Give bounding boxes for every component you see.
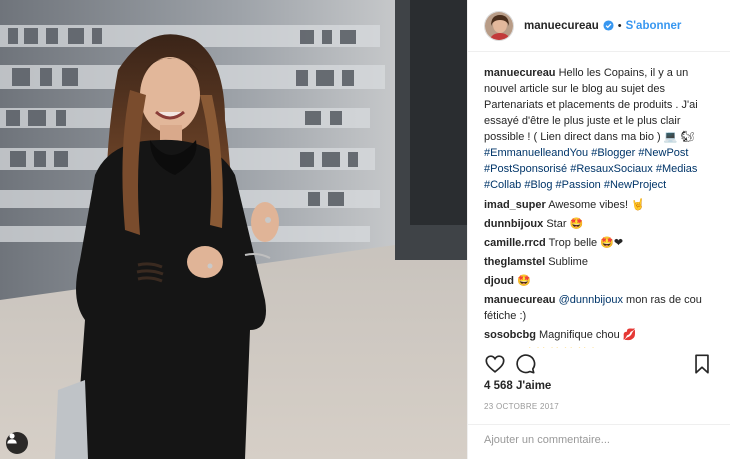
heart-icon	[485, 355, 505, 373]
photo-illustration	[0, 0, 467, 459]
list-item: camille.rrcd Trop belle 🤩❤	[484, 235, 718, 251]
verified-badge-icon	[603, 20, 614, 31]
follow-button[interactable]: S'abonner	[626, 20, 682, 32]
comment-username[interactable]: camille.rrcd	[484, 237, 546, 249]
comment-text: Sublime	[548, 256, 588, 268]
comment-text: Awesome vibes! 🤘	[548, 199, 645, 211]
list-item: theglamstel Sublime	[484, 254, 718, 270]
user-tag-button[interactable]	[6, 432, 28, 454]
header-username[interactable]: manuecureau	[524, 20, 599, 32]
comment-mention[interactable]: @dunnbijoux	[559, 294, 623, 306]
bookmark-icon	[695, 354, 709, 374]
list-item: djoud 🤩	[484, 273, 718, 289]
comment-text: Trop belle 🤩❤	[548, 237, 624, 249]
list-item: imad_super Awesome vibes! 🤘	[484, 197, 718, 213]
likes-count[interactable]: 4 568 J'aime	[484, 380, 551, 392]
comment-text: Star 🤩	[546, 218, 584, 230]
comment-text: Magnifique chou 💋	[539, 329, 637, 341]
comment-username[interactable]: imad_super	[484, 199, 546, 211]
list-item: sosobcbg Magnifique chou 💋	[484, 327, 718, 343]
caption-username[interactable]: manuecureau	[484, 67, 556, 79]
comment-input[interactable]	[484, 434, 714, 446]
comment-username[interactable]: dunnbijoux	[484, 218, 543, 230]
like-button[interactable]	[484, 353, 506, 375]
save-button[interactable]	[691, 353, 713, 375]
post-caption: manuecureau Hello les Copains, il y a un…	[484, 65, 718, 193]
comment-username[interactable]: djoud	[484, 275, 514, 287]
comment-username[interactable]: manuecureau	[484, 294, 556, 306]
comment-button[interactable]	[514, 353, 536, 375]
post-date[interactable]: 23 OCTOBRE 2017	[484, 402, 559, 411]
caption-hashtags[interactable]: #EmmanuelleandYou #Blogger #NewPost #Pos…	[484, 147, 697, 191]
avatar[interactable]	[484, 10, 514, 41]
post-actions	[484, 350, 716, 380]
add-comment-bar	[468, 424, 730, 459]
list-item: dunnbijoux Star 🤩	[484, 216, 718, 232]
comment-username[interactable]: sosobcbg	[484, 329, 536, 341]
post-side-panel: manuecureau • S'abonner manuecureau Hell…	[467, 0, 730, 459]
separator-dot: •	[617, 19, 622, 32]
comment-username[interactable]: theglamstel	[484, 256, 545, 268]
comments-list[interactable]: manuecureau Hello les Copains, il y a un…	[468, 53, 730, 348]
list-item: kenzakf 😹😹😹😹😹	[484, 346, 718, 348]
avatar-image	[485, 11, 513, 40]
comment-text: 🤩	[517, 275, 531, 287]
post-photo[interactable]	[0, 0, 467, 459]
comment-icon	[516, 354, 536, 374]
post-header: manuecureau • S'abonner	[468, 0, 730, 52]
user-tag-icon	[7, 433, 17, 444]
list-item: manuecureau @dunnbijoux mon ras de cou f…	[484, 292, 718, 324]
